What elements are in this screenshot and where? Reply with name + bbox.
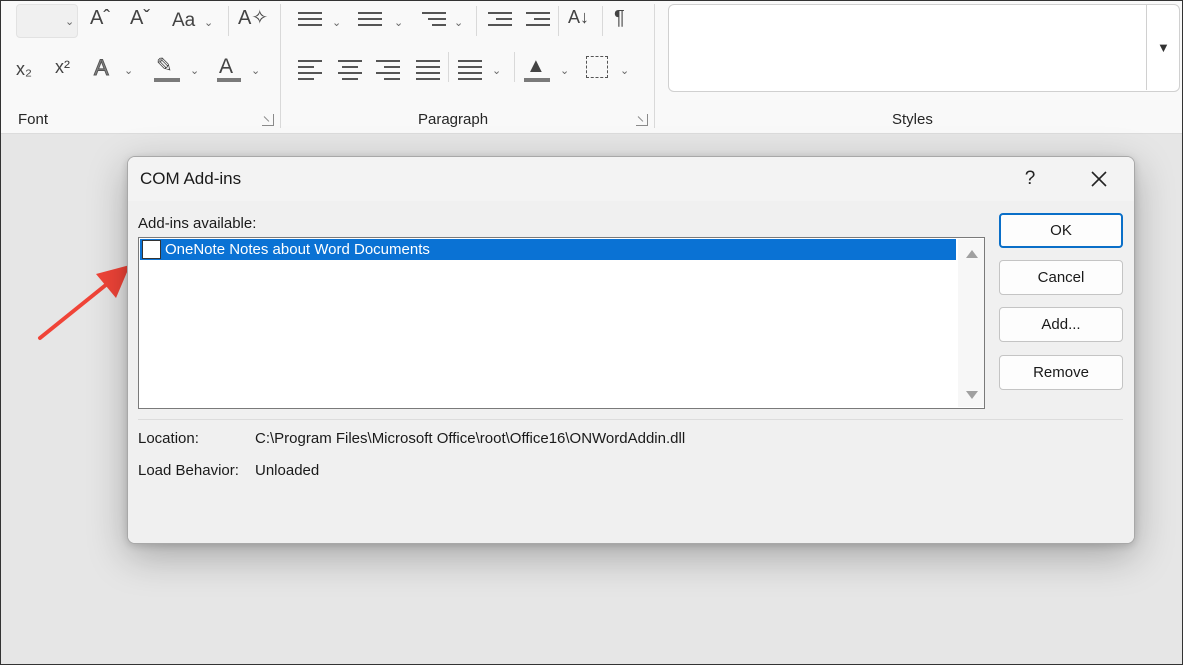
highlighter-icon[interactable]: ✎ [156,56,173,76]
load-behavior-label: Load Behavior: [138,462,239,479]
numbering-icon[interactable] [358,12,382,32]
chevron-down-icon[interactable]: ⌄ [454,16,463,29]
addins-listbox[interactable]: OneNote Notes about Word Documents [138,237,985,409]
chevron-down-icon: ▼ [1157,40,1170,55]
dialog-title: COM Add-ins [140,169,242,188]
dialog-titlebar[interactable]: COM Add-ins ? [128,157,1134,201]
scrollbar[interactable] [958,239,984,407]
justify-icon[interactable] [416,60,440,80]
addin-checkbox[interactable] [142,240,161,259]
help-button[interactable]: ? [1008,161,1052,197]
bullets-icon[interactable] [298,12,322,32]
add-button[interactable]: Add... [999,307,1123,342]
clear-formatting-icon[interactable]: A✧ [238,8,268,28]
chevron-down-icon[interactable]: ⌄ [251,64,260,77]
styles-more-button[interactable]: ▼ [1146,4,1180,90]
borders-icon[interactable] [586,56,608,78]
scroll-up-icon[interactable] [966,250,978,258]
align-left-icon[interactable] [298,60,322,80]
change-case-icon[interactable]: Aa [172,11,195,30]
ribbon: ⌄ Aˆ Aˇ Aa ⌄ A✧ x₂ x² A ⌄ ✎ ⌄ A ⌄ Font ⌄… [0,0,1183,134]
decrease-indent-icon[interactable] [488,12,512,32]
remove-button[interactable]: Remove [999,355,1123,390]
close-icon [1091,171,1107,187]
group-label-paragraph: Paragraph [418,111,489,128]
text-effects-icon[interactable]: A [94,56,110,79]
location-label: Location: [138,430,199,447]
subscript-icon[interactable]: x₂ [16,60,32,78]
multilevel-list-icon[interactable] [422,12,446,32]
sort-icon[interactable]: A↓ [568,8,589,26]
superscript-icon[interactable]: x² [55,58,70,76]
location-value: C:\Program Files\Microsoft Office\root\O… [255,430,686,447]
chevron-down-icon[interactable]: ⌄ [332,16,341,29]
pilcrow-icon[interactable]: ¶ [614,8,625,28]
chevron-down-icon[interactable]: ⌄ [124,64,133,77]
chevron-down-icon[interactable]: ⌄ [560,64,569,77]
dialog-launcher-icon[interactable] [636,114,648,126]
chevron-down-icon[interactable]: ⌄ [620,64,629,77]
grow-font-icon[interactable]: Aˆ [90,8,110,28]
font-size-box[interactable]: ⌄ [16,4,78,38]
increase-indent-icon[interactable] [526,12,550,32]
font-color-icon[interactable]: A [219,56,233,77]
close-button[interactable] [1076,161,1122,197]
align-center-icon[interactable] [338,60,362,80]
chevron-down-icon[interactable]: ⌄ [394,16,403,29]
group-label-font: Font [18,111,49,128]
annotation-arrow [38,265,130,340]
cancel-button[interactable]: Cancel [999,260,1123,295]
chevron-down-icon: ⌄ [65,16,75,28]
align-right-icon[interactable] [376,60,400,80]
shading-icon[interactable]: ▲ [526,56,546,76]
divider [138,419,1123,420]
dialog-launcher-icon[interactable] [262,114,274,126]
chevron-down-icon[interactable]: ⌄ [492,64,501,77]
scroll-down-icon[interactable] [966,391,978,399]
list-item[interactable]: OneNote Notes about Word Documents [140,239,956,260]
group-label-styles: Styles [892,111,933,128]
addins-available-label: Add-ins available: [138,215,257,232]
com-addins-dialog: COM Add-ins ? Add-ins available: OneNote… [127,156,1135,544]
load-behavior-value: Unloaded [255,462,320,479]
chevron-down-icon[interactable]: ⌄ [190,64,199,77]
styles-gallery[interactable] [668,4,1180,92]
chevron-down-icon[interactable]: ⌄ [204,16,213,29]
ok-button[interactable]: OK [999,213,1123,248]
shrink-font-icon[interactable]: Aˇ [130,8,150,28]
addin-label: OneNote Notes about Word Documents [165,241,430,258]
line-spacing-icon[interactable] [458,60,482,80]
